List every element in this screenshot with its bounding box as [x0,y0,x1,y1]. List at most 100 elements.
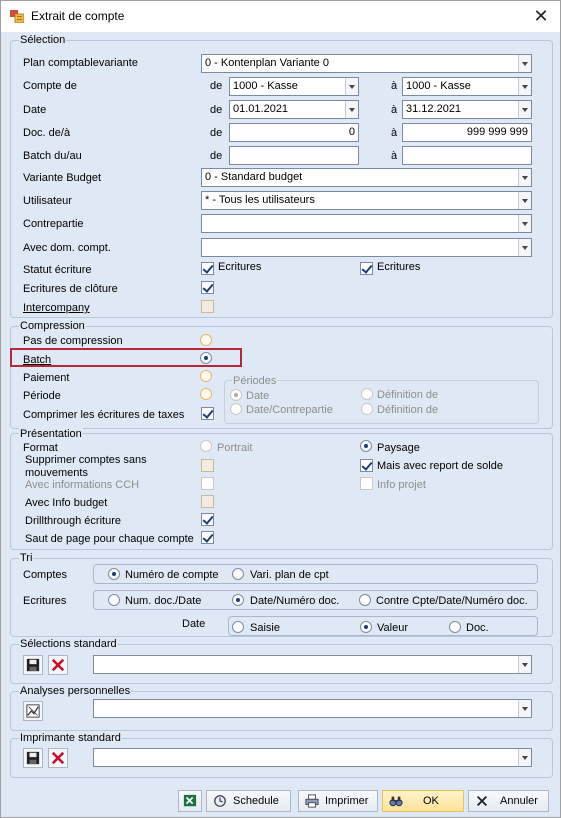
delete-standard-button[interactable] [48,655,68,675]
statut-opt1: Ecritures [218,261,262,273]
user-value: * - Tous les utilisateurs [205,194,315,206]
portrait-radio[interactable] [200,440,212,452]
statut-checkbox-1[interactable] [201,262,214,275]
chevron-down-icon[interactable] [518,656,531,673]
num-doc-date-radio[interactable] [108,594,120,606]
close-icon[interactable]: ✕ [528,4,554,28]
statut-checkbox-2[interactable] [360,262,373,275]
schedule-button[interactable]: Schedule [206,790,291,812]
user-label: Utilisateur [23,195,72,207]
taxes-checkbox[interactable] [201,407,214,420]
plan-select-value: 0 - Kontenplan Variante 0 [205,57,329,69]
vari-plan-radio[interactable] [232,568,244,580]
imprimante-select[interactable] [93,748,532,767]
cancel-button[interactable]: Annuler [468,790,549,812]
excel-icon [183,794,197,807]
periode-radio[interactable] [200,388,212,400]
analysis-button[interactable] [23,701,43,721]
paysage-radio[interactable] [360,440,372,452]
periode-date-label: Date [246,390,270,402]
chevron-down-icon[interactable] [518,700,531,717]
valeur-radio[interactable] [360,621,372,633]
periode-def2-radio[interactable] [361,403,373,415]
batch-to-input[interactable] [402,146,532,165]
date-num-doc-radio[interactable] [232,594,244,606]
saisie-radio[interactable] [232,621,244,633]
cch-checkbox[interactable] [201,477,214,490]
periode-def1-radio[interactable] [361,388,373,400]
saut-label: Saut de page pour chaque compte [25,533,194,545]
dialog-window: Extrait de compte ✕ Sélection Plan compt… [0,0,561,818]
close-x-icon [476,795,488,807]
analyses-select[interactable] [93,699,532,718]
chevron-down-icon[interactable] [518,101,531,118]
chevron-down-icon[interactable] [518,749,531,766]
periode-date-radio[interactable] [230,389,242,401]
imprimante-group-title: Imprimante standard [19,732,122,744]
info-projet-label: Info projet [377,479,426,491]
chevron-down-icon[interactable] [518,192,531,209]
suppr-checkbox[interactable] [201,459,214,472]
chevron-down-icon[interactable] [518,78,531,95]
ok-button[interactable]: OK [382,790,464,812]
binoculars-icon [389,796,403,807]
info-projet-checkbox[interactable] [360,477,373,490]
periode-label: Période [23,390,61,402]
chevron-down-icon[interactable] [345,101,358,118]
budget-checkbox[interactable] [201,495,214,508]
doc-from-input[interactable]: 0 [229,123,359,142]
periode-datecontre-radio[interactable] [230,403,242,415]
batch-radio[interactable] [200,352,212,364]
doc-de-label: de [210,127,223,139]
plan-select[interactable]: 0 - Kontenplan Variante 0 [201,54,532,73]
date-a-label: à [391,104,398,116]
date-to-value: 31.12.2021 [406,103,462,115]
cloture-checkbox[interactable] [201,281,214,294]
suppr-label-line1: Supprimer comptes sans [25,454,147,466]
paiement-radio[interactable] [200,370,212,382]
suppr-label-line2: mouvements [25,467,88,479]
chevron-down-icon[interactable] [518,215,531,232]
num-compte-radio[interactable] [108,568,120,580]
variante-label: Variante Budget [23,172,102,184]
chevron-down-icon[interactable] [345,78,358,95]
periode-def1-label: Définition de [377,389,439,401]
compte-from-select[interactable]: 1000 - Kasse [229,77,359,96]
mais-report-checkbox[interactable] [360,459,373,472]
date-to-input[interactable]: 31.12.2021 [402,100,532,119]
format-label: Format [23,442,58,454]
standard-select[interactable] [93,655,532,674]
compte-to-select[interactable]: 1000 - Kasse [402,77,532,96]
chevron-down-icon[interactable] [518,169,531,186]
user-select[interactable]: * - Tous les utilisateurs [201,191,532,210]
valeur-label: Valeur [377,622,408,634]
batch-from-input[interactable] [229,146,359,165]
cancel-label: Annuler [500,795,538,807]
drill-checkbox[interactable] [201,513,214,526]
date-from-input[interactable]: 01.01.2021 [229,100,359,119]
saut-checkbox[interactable] [201,531,214,544]
batch-option-label: Batch [23,354,52,366]
plan-label: Plan comptablevariante [23,57,138,69]
compression-group-title: Compression [19,320,86,332]
print-button[interactable]: Imprimer [298,790,378,812]
periode-datecontre-label: Date/Contrepartie [246,404,333,416]
analyses-group-title: Analyses personnelles [19,685,132,697]
interco-checkbox[interactable] [201,300,214,313]
contre-cpte-radio[interactable] [359,594,371,606]
contre-select[interactable] [201,214,532,233]
saisie-label: Saisie [250,622,280,634]
doc-radio[interactable] [449,621,461,633]
chevron-down-icon[interactable] [518,55,531,72]
pas-compression-radio[interactable] [200,334,212,346]
date-de-label: de [210,104,223,116]
save-printer-button[interactable] [23,748,43,768]
delete-printer-button[interactable] [48,748,68,768]
variante-select[interactable]: 0 - Standard budget [201,168,532,187]
chevron-down-icon[interactable] [518,239,531,256]
doc-to-input[interactable]: 999 999 999 [402,123,532,142]
save-standard-button[interactable] [23,655,43,675]
dom-select[interactable] [201,238,532,257]
excel-button[interactable] [178,790,202,812]
compte-de-label: de [210,80,223,92]
